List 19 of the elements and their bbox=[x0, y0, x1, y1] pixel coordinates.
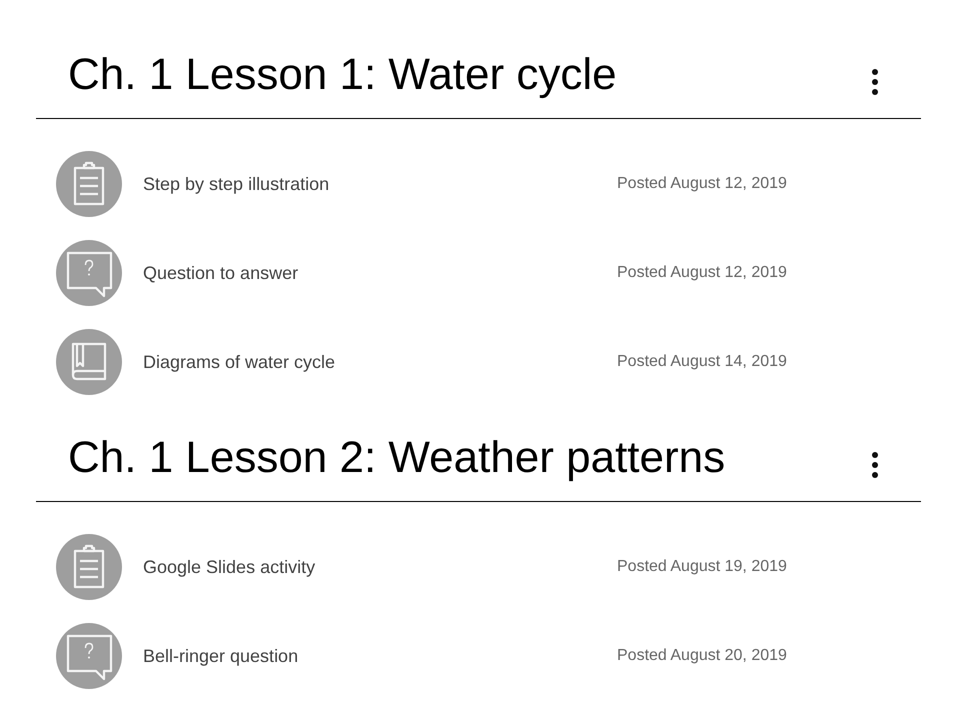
section-title: Ch. 1 Lesson 1: Water cycle bbox=[68, 49, 617, 101]
question-bubble-icon bbox=[56, 240, 122, 306]
more-menu-button[interactable] bbox=[871, 68, 879, 96]
posted-date: Posted August 12, 2019 bbox=[617, 263, 787, 283]
posted-date: Posted August 19, 2019 bbox=[617, 557, 787, 577]
question-bubble-icon bbox=[56, 623, 122, 689]
posted-date: Posted August 20, 2019 bbox=[617, 646, 787, 666]
post-title[interactable]: Bell-ringer question bbox=[143, 642, 617, 670]
section-title: Ch. 1 Lesson 2: Weather patterns bbox=[68, 432, 726, 484]
post-title[interactable]: Step by step illustration bbox=[143, 170, 617, 198]
post-title[interactable]: Question to answer bbox=[143, 260, 617, 286]
clipboard-icon bbox=[56, 151, 122, 217]
more-menu-button[interactable] bbox=[871, 451, 879, 479]
posted-date: Posted August 14, 2019 bbox=[617, 352, 787, 372]
post-title[interactable]: Diagrams of water cycle bbox=[143, 348, 617, 376]
post-title[interactable]: Google Slides activity bbox=[143, 554, 617, 580]
clipboard-icon bbox=[56, 534, 122, 600]
book-icon bbox=[56, 329, 122, 395]
posted-date: Posted August 12, 2019 bbox=[617, 174, 787, 194]
